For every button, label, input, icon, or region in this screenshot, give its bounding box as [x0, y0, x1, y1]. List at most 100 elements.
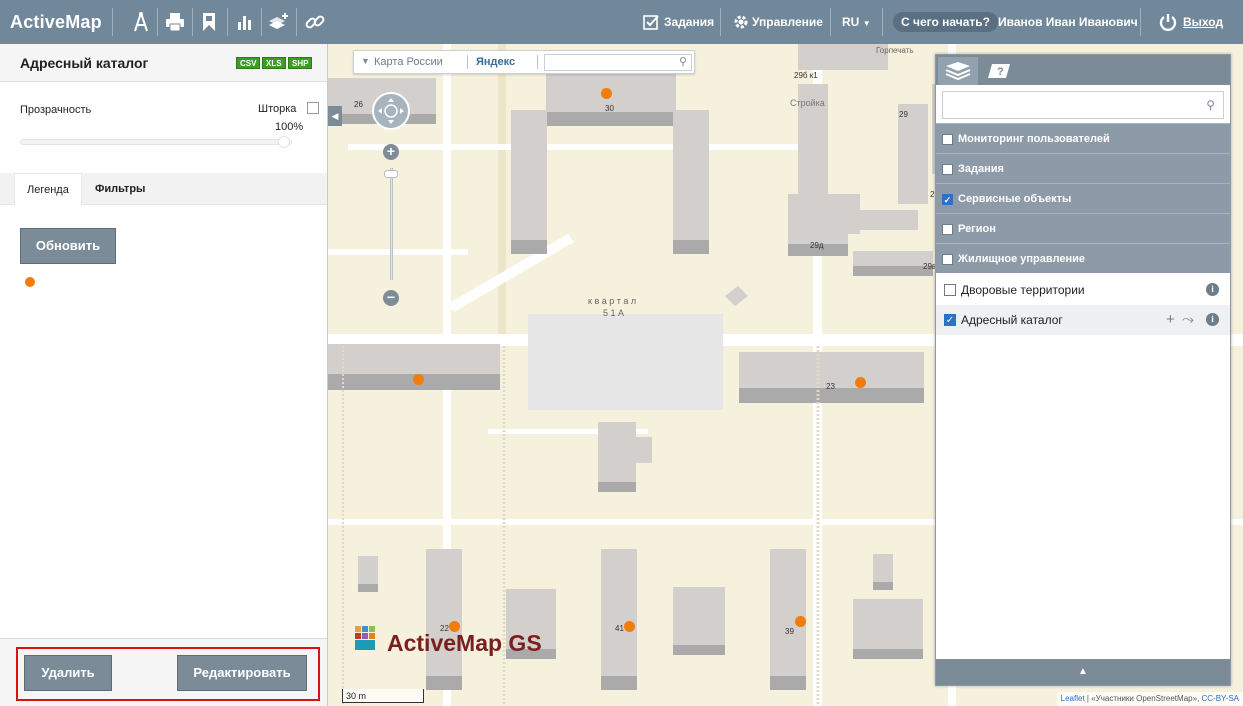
panel-footer: Удалить Редактировать [0, 638, 327, 706]
layer-label: Адресный каталог [961, 313, 1063, 327]
export-xls-button[interactable]: XLS [262, 57, 286, 69]
group-region[interactable]: Регион [936, 213, 1230, 243]
map-label: 5 1 А [603, 308, 625, 318]
opacity-label: Прозрачность [20, 104, 92, 116]
curtain-label: Шторка [258, 103, 297, 115]
map-attribution: Leaflet | «Участники OpenStreetMap», CC-… [1056, 692, 1243, 706]
opacity-slider-handle[interactable] [278, 136, 290, 148]
panel-tabs: Легенда Фильтры [0, 173, 327, 206]
address-point-marker[interactable] [601, 88, 612, 99]
scale-bar: 30 m [342, 689, 424, 703]
tasks-checkbox-icon[interactable] [638, 8, 664, 36]
panel-title: Адресный каталог [20, 55, 149, 71]
address-catalog-panel: Адресный каталог CSV XLS SHP Прозрачност… [0, 44, 328, 706]
map-label: 29 [899, 110, 908, 119]
toolbar-divider [296, 8, 297, 36]
pan-control[interactable] [372, 92, 410, 130]
export-csv-button[interactable]: CSV [236, 57, 261, 69]
layers-tab[interactable] [938, 57, 978, 85]
group-checkbox-checked[interactable]: ✓ [942, 194, 953, 205]
collapse-panel-button[interactable]: ◀ [328, 106, 342, 126]
layers-icon [945, 62, 971, 81]
refresh-button[interactable]: Обновить [20, 228, 116, 264]
osm-attribution: «Участники OpenStreetMap», [1091, 694, 1200, 703]
toolbar-divider [882, 8, 883, 36]
map-search-input[interactable]: ⚲ [544, 54, 692, 71]
opacity-slider-fill [21, 140, 291, 144]
chevron-up-icon: ▲ [1078, 666, 1088, 677]
toolbar-divider [720, 8, 721, 36]
chevron-left-icon: ◀ [331, 111, 339, 121]
group-checkbox[interactable] [942, 164, 953, 175]
bookmark-icon[interactable] [196, 8, 222, 36]
logout-link[interactable]: Выход [1183, 0, 1223, 44]
address-point-marker[interactable] [795, 616, 806, 627]
group-checkbox[interactable] [942, 254, 953, 265]
group-tasks[interactable]: Задания [936, 153, 1230, 183]
delete-button[interactable]: Удалить [24, 655, 112, 691]
chart-icon[interactable] [232, 8, 258, 36]
measure-icon[interactable] [128, 8, 154, 36]
management-link[interactable]: Управление [752, 0, 823, 44]
route-icon[interactable]: ⤳ [1182, 312, 1194, 328]
layers-panel: ? ⚲ Мониторинг пользователей Задания ✓ С… [935, 54, 1231, 686]
tasks-link[interactable]: Задания [664, 0, 714, 44]
leaflet-link[interactable]: Leaflet [1061, 694, 1085, 703]
curtain-checkbox[interactable] [307, 102, 319, 114]
toolbar-divider [157, 8, 158, 36]
chevron-down-icon[interactable]: ▼ [361, 56, 370, 66]
zoom-out-button[interactable]: − [383, 290, 399, 306]
legend-help-tab[interactable]: ? [980, 57, 1020, 85]
toolbar-divider [227, 8, 228, 36]
address-point-marker[interactable] [413, 374, 424, 385]
group-label: Задания [958, 163, 1004, 175]
address-point-marker[interactable] [855, 377, 866, 388]
tab-filters[interactable]: Фильтры [83, 173, 157, 205]
toolbar-divider [830, 8, 831, 36]
address-point-marker[interactable] [624, 621, 635, 632]
zoom-in-button[interactable]: + [383, 144, 399, 160]
map-label: 29б к1 [794, 71, 818, 80]
search-icon[interactable]: ⚲ [679, 55, 687, 68]
layer-row-yard-territories[interactable]: Дворовые территории i [936, 275, 1230, 305]
group-user-monitoring[interactable]: Мониторинг пользователей [936, 123, 1230, 153]
info-icon[interactable]: i [1206, 313, 1219, 326]
print-icon[interactable] [162, 8, 188, 36]
edit-button[interactable]: Редактировать [177, 655, 307, 691]
add-object-icon[interactable]: + [1166, 312, 1175, 328]
search-icon[interactable]: ⚲ [1206, 98, 1215, 112]
export-shp-button[interactable]: SHP [288, 57, 313, 69]
map-label: 30 [605, 104, 614, 113]
tab-legend[interactable]: Легенда [14, 173, 82, 206]
zoom-slider[interactable] [390, 168, 393, 280]
group-service-objects[interactable]: ✓ Сервисные объекты [936, 183, 1230, 213]
group-label: Мониторинг пользователей [958, 133, 1110, 145]
link-icon[interactable] [302, 8, 328, 36]
app-logo[interactable]: ActiveMap [10, 0, 102, 44]
group-checkbox[interactable] [942, 134, 953, 145]
toolbar-divider [112, 8, 113, 36]
layer-row-address-catalog[interactable]: ✓ Адресный каталог + ⤳ i [936, 305, 1230, 335]
layers-search-input[interactable]: ⚲ [942, 91, 1224, 119]
language-dropdown[interactable]: RU ▼ [842, 0, 871, 44]
opacity-slider[interactable] [20, 139, 292, 145]
license-link[interactable]: CC-BY-SA [1202, 694, 1240, 703]
info-icon[interactable]: i [1206, 283, 1219, 296]
gear-icon[interactable] [728, 8, 754, 36]
user-name[interactable]: Иванов Иван Иванович [998, 0, 1138, 44]
layers-panel-collapse[interactable]: ▲ [936, 659, 1230, 685]
help-layers-icon: ? [988, 64, 1010, 78]
basemap-russia-link[interactable]: Карта России [374, 56, 443, 68]
basemap-yandex-link[interactable]: Яндекс [476, 56, 515, 68]
power-icon[interactable] [1155, 8, 1181, 36]
zoom-slider-handle[interactable] [384, 170, 398, 178]
layer-checkbox-checked[interactable]: ✓ [944, 314, 956, 326]
group-checkbox[interactable] [942, 224, 953, 235]
layer-checkbox[interactable] [944, 284, 956, 296]
add-layer-icon[interactable] [266, 8, 292, 36]
map-label: Горпечать [876, 46, 914, 55]
group-housing-management[interactable]: Жилищное управление [936, 243, 1230, 273]
toolbar-divider [261, 8, 262, 36]
get-started-button[interactable]: С чего начать? [893, 12, 998, 32]
basemap-selector: ▼ Карта России Яндекс ⚲ [353, 50, 695, 74]
